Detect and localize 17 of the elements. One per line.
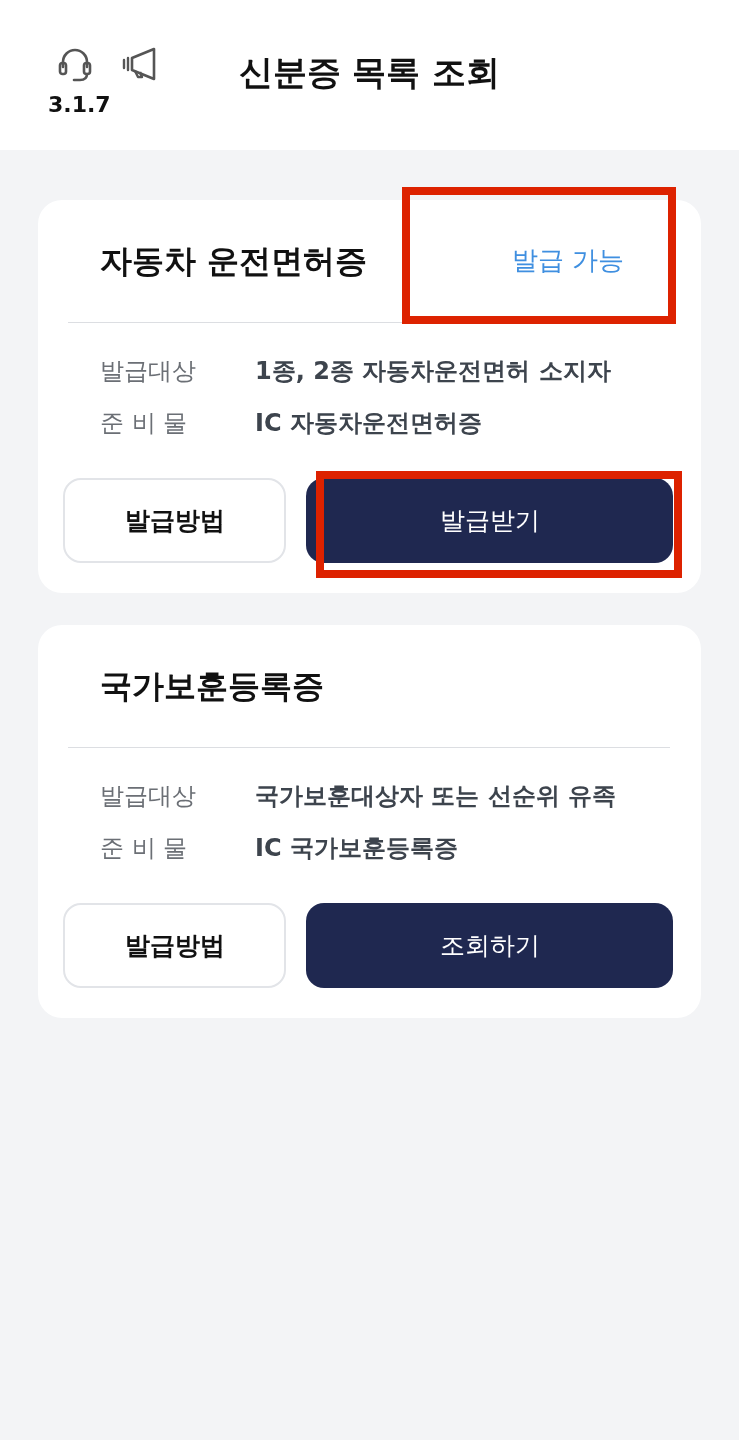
version-label: 3.1.7 xyxy=(48,92,111,119)
detail-value: 국가보훈대상자 또는 선순위 유족 xyxy=(255,781,617,812)
status-label: 발급 가능 xyxy=(511,245,624,277)
primary-button[interactable]: 조회하기 xyxy=(306,903,673,988)
card-title: 자동차 운전면허증 xyxy=(100,241,368,281)
detail-label: 발급대상 xyxy=(100,781,197,812)
detail-value: IC 국가보훈등록증 xyxy=(255,833,458,864)
detail-label: 준 비 물 xyxy=(100,833,189,864)
detail-label: 준 비 물 xyxy=(100,408,189,439)
secondary-button[interactable]: 발급방법 xyxy=(63,903,286,988)
detail-value: IC 자동차운전면허증 xyxy=(255,408,482,439)
card-title: 국가보훈등록증 xyxy=(100,666,324,706)
page-title: 신분증 목록 조회 xyxy=(238,52,501,93)
detail-label: 발급대상 xyxy=(100,356,197,387)
secondary-button[interactable]: 발급방법 xyxy=(63,478,286,563)
detail-value: 1종, 2종 자동차운전면허 소지자 xyxy=(255,356,611,387)
primary-button[interactable]: 발급받기 xyxy=(306,478,673,563)
